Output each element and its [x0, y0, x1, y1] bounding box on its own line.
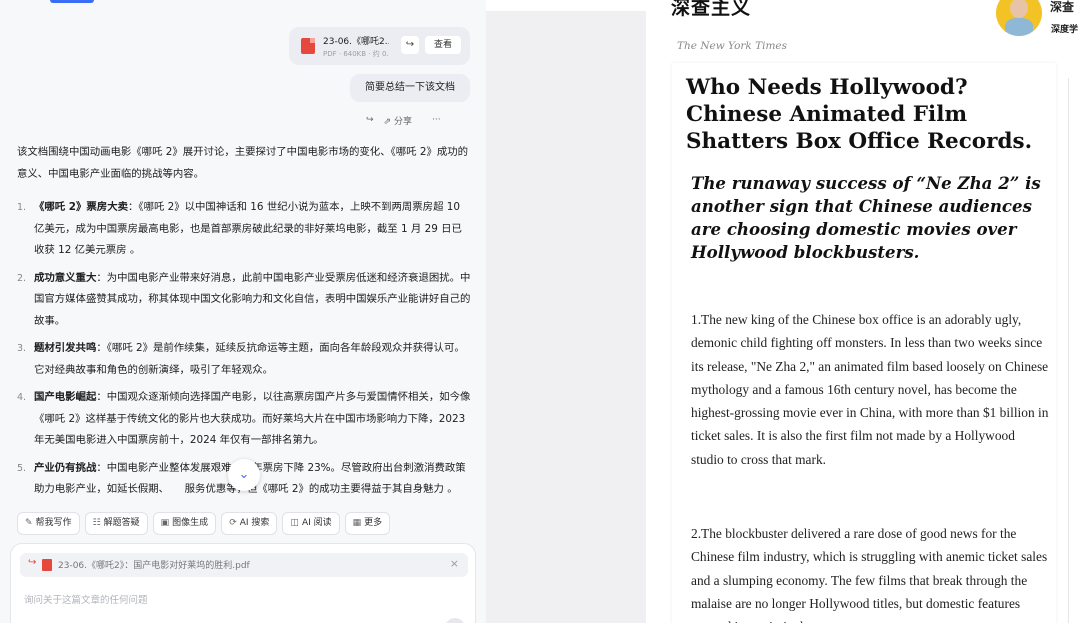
question-icon: ☷	[92, 518, 101, 528]
image-icon: ▣	[160, 518, 170, 528]
more-button[interactable]: ···	[432, 115, 441, 125]
tool-label: 帮我写作	[35, 518, 72, 528]
article-paragraph: 2.The blockbuster delivered a rare dose …	[691, 526, 1048, 623]
item-number: 1.	[17, 202, 27, 213]
tool-more-button[interactable]: ▦ 更多	[344, 512, 391, 535]
item-text: ：中国观众逐渐倾向选择国产电影，以往高票房国产片多与爱国情怀相关，如今像《哪吒 …	[34, 391, 471, 446]
article-paragraph: 1.The new king of the Chinese box office…	[691, 312, 1049, 467]
list-item: 1. 《哪吒 2》票房大卖：《哪吒 2》以中国神话和 16 世纪小说为蓝本，上映不…	[17, 197, 472, 262]
attachment-name: 23-06.《哪吒2》：国产电影对好莱坞的胜利.pdf	[58, 561, 250, 571]
list-item: 4. 国产电影崛起：中国观众逐渐倾向选择国产电影，以往高票房国产片多与爱国情怀相关…	[17, 387, 472, 452]
view-file-button[interactable]: 查看	[425, 36, 461, 54]
share-label: 分享	[393, 116, 412, 127]
tool-label: AI 阅读	[301, 518, 332, 528]
account-title: 深查主义	[671, 0, 752, 19]
scroll-down-button[interactable]: ⌄	[228, 459, 260, 491]
tool-write-button[interactable]: ✎ 帮我写作	[17, 512, 80, 535]
source-logo: The New York Times	[677, 40, 788, 52]
item-number: 4.	[17, 392, 27, 403]
author-name: 深查	[1050, 0, 1075, 14]
answer-list: 1. 《哪吒 2》票房大卖：《哪吒 2》以中国神话和 16 世纪小说为蓝本，上映不…	[17, 197, 472, 501]
pdf-icon	[301, 38, 315, 54]
user-message: 简要总结一下该文档	[350, 74, 470, 102]
forward-icon[interactable]: ↪	[401, 36, 419, 54]
attached-file[interactable]: ↪ 23-06.《哪吒2》：国产电影对好莱坞的胜利.pdf ×	[20, 553, 468, 577]
book-icon: ◫	[290, 518, 299, 528]
item-title: 成功意义重大	[34, 271, 97, 284]
answer-intro: 该文档围绕中国动画电影《哪吒 2》展开讨论，主要探讨了中国电影市场的变化、《哪吒…	[17, 146, 469, 180]
tool-search-button[interactable]: ⟳ AI 搜索	[221, 512, 278, 535]
article-card: Who Needs Hollywood? Chinese Animated Fi…	[672, 63, 1056, 623]
forward-icon: ↪	[28, 557, 37, 568]
article-headline: Who Needs Hollywood? Chinese Animated Fi…	[686, 75, 1033, 154]
article-panel: 深查主义 深查 深度学 The New York Times Who Needs…	[646, 0, 1080, 623]
file-meta: PDF · 640KB · 约 0...	[323, 50, 389, 58]
list-item: 3. 题材引发共鸣：《哪吒 2》是前作续集，延续反抗命运等主题，面向各年龄段观众并…	[17, 338, 472, 381]
tool-bar: ✎ 帮我写作 ☷ 解题答疑 ▣ 图像生成 ⟳ AI 搜索 ◫ AI 阅读 ▦ 更多	[17, 512, 391, 535]
tool-label: 更多	[364, 518, 383, 528]
item-number: 5.	[17, 462, 27, 474]
composer: ↪ 23-06.《哪吒2》：国产电影对好莱坞的胜利.pdf × 询问关于这篇文章…	[10, 543, 476, 623]
list-item: 2. 成功意义重大：为中国电影产业带来好消息，此前中国电影产业受票房低迷和经济衰退…	[17, 268, 472, 333]
chat-panel: 23-06.《哪吒2... PDF · 640KB · 约 0... ↪ 查看 …	[0, 0, 486, 623]
tool-label: 图像生成	[172, 518, 209, 528]
divider-area	[486, 0, 646, 623]
tool-read-button[interactable]: ◫ AI 阅读	[282, 512, 340, 535]
scrollbar-edge[interactable]	[1068, 78, 1080, 623]
article-subheadline: The runaway success of “Ne Zha 2” is ano…	[691, 173, 1041, 262]
item-title: 《哪吒 2》票房大卖	[34, 201, 128, 213]
pen-icon: ✎	[25, 518, 33, 528]
item-title: 国产电影崛起	[34, 391, 97, 403]
item-title: 产业仍有挑战	[34, 461, 97, 474]
item-number: 2.	[17, 272, 27, 284]
author-subtitle: 深度学	[1051, 25, 1079, 35]
tool-label: 解题答疑	[103, 518, 140, 528]
share-button[interactable]: ⇗ 分享	[384, 114, 422, 127]
tool-solve-button[interactable]: ☷ 解题答疑	[84, 512, 148, 535]
chevron-down-icon: ⌄	[238, 467, 250, 482]
item-number: 3.	[17, 343, 27, 354]
send-button[interactable]	[445, 618, 465, 623]
uploaded-file-card[interactable]: 23-06.《哪吒2... PDF · 640KB · 约 0... ↪ 查看	[289, 27, 470, 65]
pdf-icon	[42, 559, 52, 571]
search-icon: ⟳	[229, 518, 237, 528]
tool-image-button[interactable]: ▣ 图像生成	[152, 512, 217, 535]
question-input[interactable]: 询问关于这篇文章的任何问题	[24, 592, 148, 606]
divider-top	[486, 0, 646, 11]
assistant-answer: 该文档围绕中国动画电影《哪吒 2》展开讨论，主要探讨了中国电影市场的变化、《哪吒…	[17, 142, 472, 507]
item-title: 题材引发共鸣	[34, 342, 97, 354]
close-icon[interactable]: ×	[450, 557, 459, 570]
message-actions: ↪ ⇗ 分享 ···	[366, 113, 451, 127]
active-tab-indicator	[50, 0, 94, 3]
item-text: ：《哪吒 2》是前作续集，延续反抗命运等主题，面向各年龄段观众并获得认可。它对经…	[34, 342, 465, 376]
file-name: 23-06.《哪吒2...	[323, 37, 389, 47]
grid-icon: ▦	[352, 518, 362, 528]
tool-label: AI 搜索	[239, 518, 270, 528]
item-text: ：为中国电影产业带来好消息，此前中国电影产业受票房低迷和经济衰退困扰。中国官方媒…	[34, 271, 471, 327]
forward-icon[interactable]: ↪	[366, 115, 374, 125]
avatar[interactable]	[996, 0, 1042, 36]
